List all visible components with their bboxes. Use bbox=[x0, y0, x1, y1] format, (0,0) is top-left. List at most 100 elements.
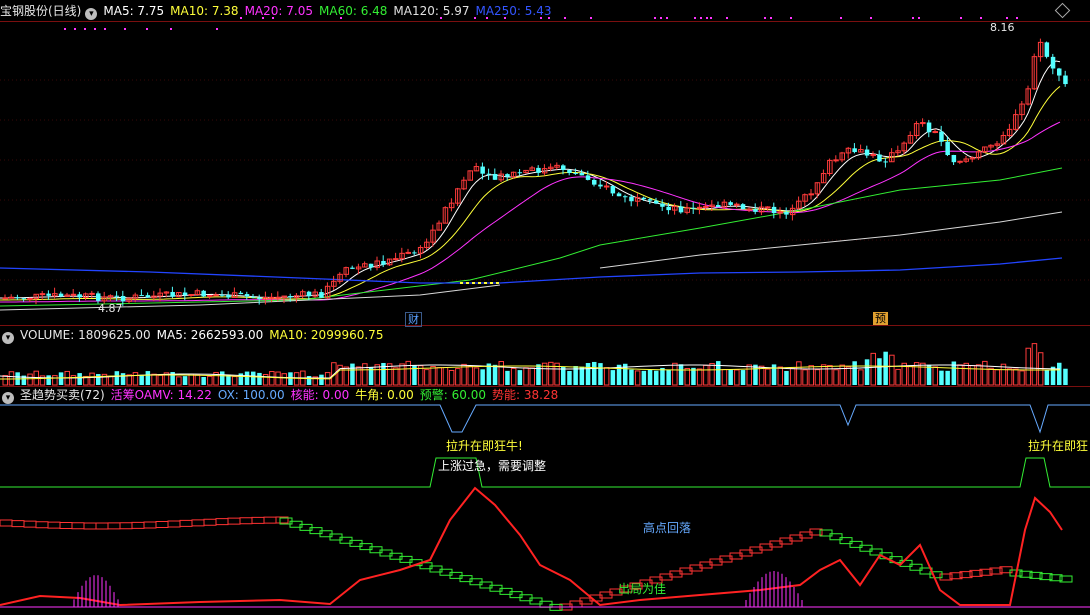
volume-bar bbox=[1025, 347, 1031, 386]
indicator-legend-item: 圣趋势买卖(72) bbox=[20, 388, 105, 402]
volume-bar bbox=[740, 370, 746, 385]
candle-body bbox=[182, 292, 188, 296]
volume-legend-items: VOLUME: 1809625.00 MA5: 2662593.00 MA10: 2… bbox=[20, 328, 389, 342]
candle-body bbox=[486, 173, 492, 175]
volume-bar bbox=[306, 375, 312, 385]
volume-bar bbox=[1044, 369, 1050, 385]
overheat-annotation: 上涨过急，需要调整 bbox=[438, 459, 547, 473]
candle-body bbox=[46, 293, 51, 296]
chart-canvas[interactable] bbox=[0, 0, 1090, 615]
candle-body bbox=[951, 154, 957, 163]
volume-bar bbox=[89, 372, 95, 386]
volume-bar bbox=[579, 366, 585, 385]
volume-bar bbox=[721, 369, 728, 386]
volume-bar bbox=[536, 364, 541, 385]
volume-legend-item: VOLUME: 1809625.00 bbox=[20, 328, 151, 342]
candle-body bbox=[27, 297, 33, 300]
signal-dot bbox=[84, 28, 86, 30]
volume-bar bbox=[461, 363, 467, 386]
candle-body bbox=[492, 173, 498, 180]
volume-bar bbox=[666, 369, 671, 385]
volume-bar bbox=[442, 367, 449, 386]
candle-body bbox=[269, 296, 275, 299]
candle-body bbox=[852, 148, 857, 153]
price-gridlines bbox=[0, 79, 1090, 281]
volume-bar bbox=[852, 361, 857, 385]
candle-body bbox=[368, 263, 374, 268]
ma-legend-item: MA250: 5.43 bbox=[475, 4, 552, 18]
volume-bar bbox=[975, 364, 982, 386]
chevron-down-icon[interactable]: ▾ bbox=[85, 8, 98, 20]
volume-bar bbox=[678, 364, 684, 385]
candle-body bbox=[765, 206, 771, 209]
moving-average-lines bbox=[0, 60, 1063, 311]
volume-bar bbox=[2, 375, 8, 386]
financial-report-tag[interactable]: 财 bbox=[405, 312, 422, 327]
candle-body bbox=[251, 296, 256, 298]
candle-body bbox=[561, 165, 566, 170]
candle-body bbox=[145, 295, 151, 298]
high-fall-annotation: 高点回落 bbox=[643, 521, 692, 535]
signal-dot bbox=[654, 17, 656, 19]
candle-body bbox=[306, 291, 312, 297]
volume-bar bbox=[1006, 368, 1013, 386]
signal-dot bbox=[94, 28, 96, 30]
signal-dot bbox=[666, 17, 668, 19]
candle-body bbox=[207, 294, 213, 297]
candle-body bbox=[703, 205, 709, 208]
volume-bar bbox=[505, 370, 510, 385]
candle-body bbox=[8, 296, 15, 299]
signal-dot bbox=[980, 17, 982, 19]
volume-bar bbox=[802, 369, 808, 386]
volume-bar bbox=[920, 362, 926, 386]
candle-body bbox=[77, 294, 82, 298]
candle-body bbox=[864, 149, 870, 156]
signal-dot bbox=[870, 17, 872, 19]
volume-bar bbox=[1019, 370, 1025, 386]
volume-bar bbox=[473, 367, 480, 386]
volume-bar bbox=[424, 369, 430, 386]
volume-bar bbox=[647, 369, 653, 385]
volume-bar bbox=[244, 371, 250, 385]
stock-title[interactable]: 宝钢股份(日线) bbox=[0, 4, 81, 18]
ma5-line bbox=[0, 60, 1061, 299]
volume-bar bbox=[139, 374, 144, 385]
candle-body bbox=[691, 207, 696, 209]
candle-body bbox=[945, 141, 950, 155]
chevron-down-icon[interactable]: ▾ bbox=[2, 332, 14, 344]
signal-dot bbox=[700, 17, 702, 19]
volume-bar bbox=[789, 367, 796, 386]
candle-body bbox=[603, 185, 610, 188]
volume-bar bbox=[963, 362, 969, 386]
indicator-legend-items: 圣趋势买卖(72) 活筹OAMV: 14.22 OX: 100.00 核能: 0.00… bbox=[20, 388, 564, 402]
ma-legend-item: MA10: 7.38 bbox=[170, 4, 239, 18]
volume-bar bbox=[430, 366, 436, 386]
volume-bar bbox=[176, 376, 182, 386]
volume-bar bbox=[114, 371, 120, 385]
candle-body bbox=[932, 131, 938, 134]
candle-body bbox=[573, 172, 578, 174]
volume-bar bbox=[58, 372, 64, 385]
volume-bar bbox=[96, 374, 101, 385]
candle-body bbox=[238, 292, 244, 295]
signal-dot bbox=[124, 28, 126, 30]
signal-dot bbox=[564, 17, 566, 19]
volume-bar bbox=[293, 372, 300, 386]
forecast-tag[interactable]: 预 bbox=[873, 312, 888, 325]
candle-body bbox=[257, 297, 262, 300]
ma60-line bbox=[0, 167, 1063, 307]
volume-bar bbox=[598, 363, 603, 385]
volume-bar bbox=[945, 370, 950, 385]
candle-body bbox=[567, 169, 572, 173]
candle-body bbox=[926, 122, 932, 133]
signal-dot bbox=[590, 17, 592, 19]
volume-bar bbox=[201, 376, 206, 385]
volume-bar bbox=[393, 367, 399, 386]
candle-body bbox=[319, 292, 324, 298]
indicator-legend-item: 核能: 0.00 bbox=[290, 388, 350, 402]
ma120-line bbox=[0, 211, 1063, 311]
ma-legend-item: MA60: 6.48 bbox=[319, 4, 388, 18]
candle-body bbox=[1057, 68, 1062, 76]
volume-bars bbox=[0, 343, 1068, 386]
chevron-down-icon[interactable]: ▾ bbox=[2, 392, 14, 404]
